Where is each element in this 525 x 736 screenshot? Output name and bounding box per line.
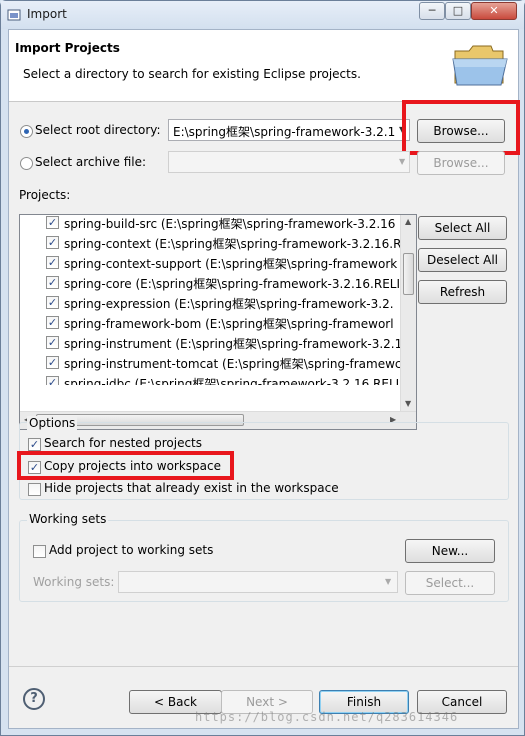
import-window: Import ─ □ ✕ Import Projects Select a di…	[0, 0, 525, 736]
list-item[interactable]: ✓ spring-context (E:\spring框架\spring-fram…	[20, 233, 400, 253]
search-nested-checkbox[interactable]: ✓	[28, 438, 41, 451]
select-all-button[interactable]: Select All	[418, 216, 507, 240]
watermark-text: https://blog.csdn.net/q283614346	[195, 710, 459, 724]
deselect-all-button[interactable]: Deselect All	[418, 248, 507, 272]
archive-file-radio[interactable]	[20, 157, 33, 170]
hide-existing-label: Hide projects that already exist in the …	[44, 481, 339, 495]
add-working-sets-checkbox[interactable]	[33, 545, 46, 558]
close-button[interactable]: ✕	[471, 2, 517, 20]
project-label: spring-framework-bom (E:\spring框架\spring…	[64, 317, 394, 331]
list-item[interactable]: ✓ spring-core (E:\spring框架\spring-framewo…	[20, 273, 400, 293]
project-checkbox[interactable]: ✓	[46, 316, 59, 329]
project-label: spring-context-support (E:\spring框架\spri…	[64, 257, 398, 271]
archive-file-combo[interactable]: ▼	[168, 151, 410, 173]
title-bar: Import ─ □ ✕	[1, 1, 524, 29]
window-title: Import	[27, 7, 67, 21]
list-item[interactable]: ✓ spring-jdbc (E:\spring框架\spring-framewo…	[20, 373, 400, 385]
project-label: spring-core (E:\spring框架\spring-framewor…	[64, 277, 400, 291]
working-sets-title: Working sets	[27, 512, 109, 526]
working-sets-label: Working sets:	[33, 575, 115, 589]
project-label: spring-instrument-tomcat (E:\spring框架\sp…	[64, 357, 400, 371]
project-label: spring-expression (E:\spring框架\spring-fr…	[64, 297, 394, 311]
project-checkbox[interactable]: ✓	[46, 356, 59, 369]
project-label: spring-build-src (E:\spring框架\spring-fra…	[64, 217, 396, 231]
maximize-button[interactable]: □	[445, 2, 471, 20]
maximize-icon: □	[452, 4, 464, 17]
search-nested-label: Search for nested projects	[44, 436, 203, 450]
scroll-up-icon[interactable]: ▲	[405, 217, 411, 226]
project-checkbox[interactable]: ✓	[46, 336, 59, 349]
project-label: spring-jdbc (E:\spring框架\spring-framewor…	[64, 377, 400, 385]
project-checkbox[interactable]: ✓	[46, 296, 59, 309]
project-label: spring-context (E:\spring框架\spring-frame…	[64, 237, 400, 251]
radio-selected-dot	[24, 129, 29, 134]
list-item[interactable]: ✓ spring-build-src (E:\spring框架\spring-fr…	[20, 215, 400, 233]
select-working-sets-button[interactable]: Select...	[405, 571, 495, 595]
dropdown-arrow-icon: ▼	[385, 577, 392, 586]
projects-label: Projects:	[19, 188, 71, 202]
root-directory-label: Select root directory:	[35, 123, 161, 137]
root-directory-value: E:\spring框架\spring-framework-3.2.1(	[173, 125, 395, 139]
folder-icon	[452, 45, 508, 86]
root-directory-radio[interactable]	[20, 125, 33, 138]
footer-divider	[9, 666, 518, 667]
projects-list[interactable]: ✓ spring-build-src (E:\spring框架\spring-fr…	[19, 214, 417, 430]
refresh-button[interactable]: Refresh	[418, 280, 507, 304]
list-item[interactable]: ✓ spring-instrument (E:\spring框架\spring-f…	[20, 333, 400, 353]
page-title: Import Projects	[15, 41, 120, 55]
dropdown-arrow-icon: ▼	[399, 157, 406, 166]
project-checkbox[interactable]: ✓	[46, 376, 59, 385]
scroll-down-icon[interactable]: ▼	[405, 399, 411, 408]
browse-archive-button[interactable]: Browse...	[417, 151, 505, 175]
dialog-body: Import Projects Select a directory to se…	[8, 29, 520, 729]
root-directory-combo[interactable]: E:\spring框架\spring-framework-3.2.1( ▼	[168, 119, 410, 141]
wizard-header: Import Projects Select a directory to se…	[9, 30, 518, 102]
list-item[interactable]: ✓ spring-expression (E:\spring框架\spring-f…	[20, 293, 400, 313]
project-checkbox[interactable]: ✓	[46, 216, 59, 229]
copy-projects-highlight-box	[17, 451, 234, 480]
list-item[interactable]: ✓ spring-context-support (E:\spring框架\spr…	[20, 253, 400, 273]
project-checkbox[interactable]: ✓	[46, 256, 59, 269]
hide-existing-checkbox[interactable]	[28, 483, 41, 496]
minimize-icon: ─	[428, 4, 436, 17]
project-checkbox[interactable]: ✓	[46, 236, 59, 249]
new-working-set-button[interactable]: New...	[405, 539, 495, 563]
vertical-scrollbar[interactable]: ▲ ▼	[400, 215, 416, 411]
page-description: Select a directory to search for existin…	[23, 67, 361, 81]
list-item[interactable]: ✓ spring-instrument-tomcat (E:\spring框架\s…	[20, 353, 400, 373]
close-icon: ✕	[489, 4, 499, 17]
help-icon[interactable]: ?	[23, 688, 45, 710]
working-sets-combo[interactable]: ▼	[118, 571, 398, 593]
vertical-scroll-thumb[interactable]	[403, 253, 414, 295]
project-checkbox[interactable]: ✓	[46, 276, 59, 289]
project-label: spring-instrument (E:\spring框架\spring-fr…	[64, 337, 400, 351]
list-item[interactable]: ✓ spring-framework-bom (E:\spring框架\sprin…	[20, 313, 400, 333]
browse-highlight-box	[402, 100, 520, 155]
minimize-button[interactable]: ─	[419, 2, 445, 20]
add-working-sets-label: Add project to working sets	[49, 543, 214, 557]
options-title: Options	[27, 416, 78, 430]
archive-file-label: Select archive file:	[35, 155, 147, 169]
eclipse-import-icon	[7, 9, 21, 21]
